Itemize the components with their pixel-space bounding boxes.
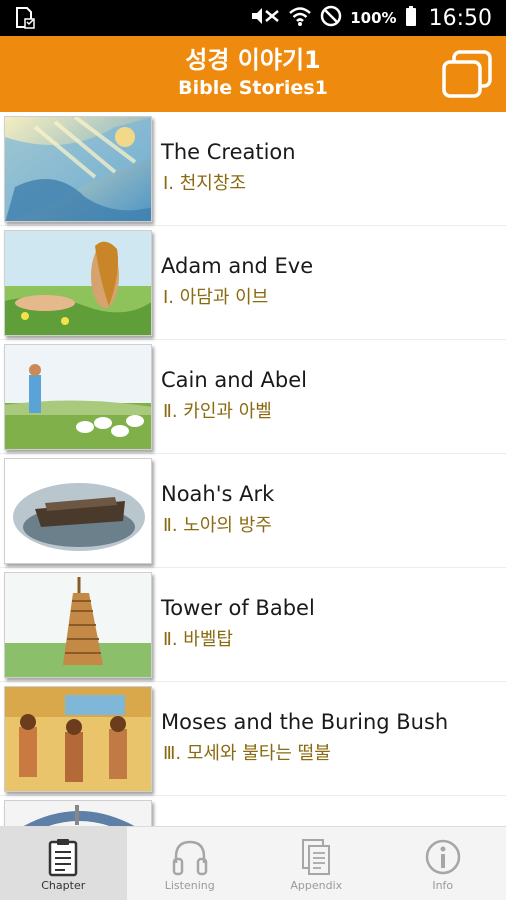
- story-title: Noah's Ark: [161, 482, 275, 506]
- story-title: Tower of Babel: [161, 596, 315, 620]
- story-subtitle: Ⅱ. 노아의 방주: [163, 515, 272, 536]
- info-icon: [423, 837, 463, 877]
- list-item[interactable]: Cain and Abel Ⅱ. 카인과 아벨: [0, 340, 506, 454]
- story-list[interactable]: The Creation Ⅰ. 천지창조 Adam and Eve Ⅰ. 아담과…: [0, 112, 506, 826]
- sd-card-icon: [14, 7, 36, 33]
- list-item[interactable]: The Creation Ⅰ. 천지창조: [0, 112, 506, 226]
- windows-icon: [440, 50, 494, 104]
- story-subtitle: Ⅰ. 아담과 이브: [163, 287, 269, 308]
- list-item[interactable]: [0, 796, 506, 826]
- partial-image: [4, 800, 152, 826]
- list-item[interactable]: Moses and the Buring Bush Ⅲ. 모세와 불타는 떨불: [0, 682, 506, 796]
- tab-label: Chapter: [41, 879, 86, 892]
- clock: 16:50: [428, 5, 492, 31]
- story-subtitle: Ⅱ. 카인과 아벨: [163, 401, 272, 422]
- headphones-icon: [171, 837, 209, 877]
- story-subtitle: Ⅱ. 바벨탑: [163, 629, 233, 650]
- app-title-english: Bible Stories1: [178, 77, 328, 99]
- bottom-navigation: Chapter Listening Appendix Info: [0, 826, 506, 900]
- mute-icon: [250, 5, 280, 31]
- clipboard-icon: [47, 837, 79, 877]
- cain-abel-image: [4, 344, 152, 450]
- tab-label: Info: [432, 879, 454, 892]
- babel-image: [4, 572, 152, 678]
- list-item[interactable]: Tower of Babel Ⅱ. 바벨탑: [0, 568, 506, 682]
- battery-percentage: 100%: [350, 9, 397, 27]
- wifi-icon: [288, 5, 312, 31]
- tab-chapter[interactable]: Chapter: [0, 827, 127, 900]
- story-title: Adam and Eve: [161, 254, 314, 278]
- windows-button[interactable]: [440, 48, 494, 100]
- tab-label: Appendix: [290, 879, 343, 892]
- list-item[interactable]: Noah's Ark Ⅱ. 노아의 방주: [0, 454, 506, 568]
- app-title-korean: 성경 이야기1: [185, 46, 321, 74]
- noahs-ark-image: [4, 458, 152, 564]
- do-not-disturb-icon: [320, 5, 342, 31]
- moses-image: [4, 686, 152, 792]
- tab-label: Listening: [164, 879, 215, 892]
- list-item[interactable]: Adam and Eve Ⅰ. 아담과 이브: [0, 226, 506, 340]
- story-title: Cain and Abel: [161, 368, 307, 392]
- header-titles: 성경 이야기1 Bible Stories1: [0, 44, 506, 100]
- story-title: Moses and the Buring Bush: [161, 710, 449, 734]
- tab-appendix[interactable]: Appendix: [253, 827, 380, 900]
- status-bar: 100% 16:50: [0, 0, 506, 36]
- story-title: The Creation: [161, 140, 296, 164]
- documents-icon: [300, 837, 332, 877]
- tab-listening[interactable]: Listening: [127, 827, 254, 900]
- story-subtitle: Ⅲ. 모세와 불타는 떨불: [163, 743, 331, 764]
- battery-icon: [405, 5, 417, 31]
- story-subtitle: Ⅰ. 천지창조: [163, 173, 246, 194]
- creation-image: [4, 116, 152, 222]
- app-header: 성경 이야기1 Bible Stories1: [0, 36, 506, 112]
- tab-info[interactable]: Info: [380, 827, 506, 900]
- adam-eve-image: [4, 230, 152, 336]
